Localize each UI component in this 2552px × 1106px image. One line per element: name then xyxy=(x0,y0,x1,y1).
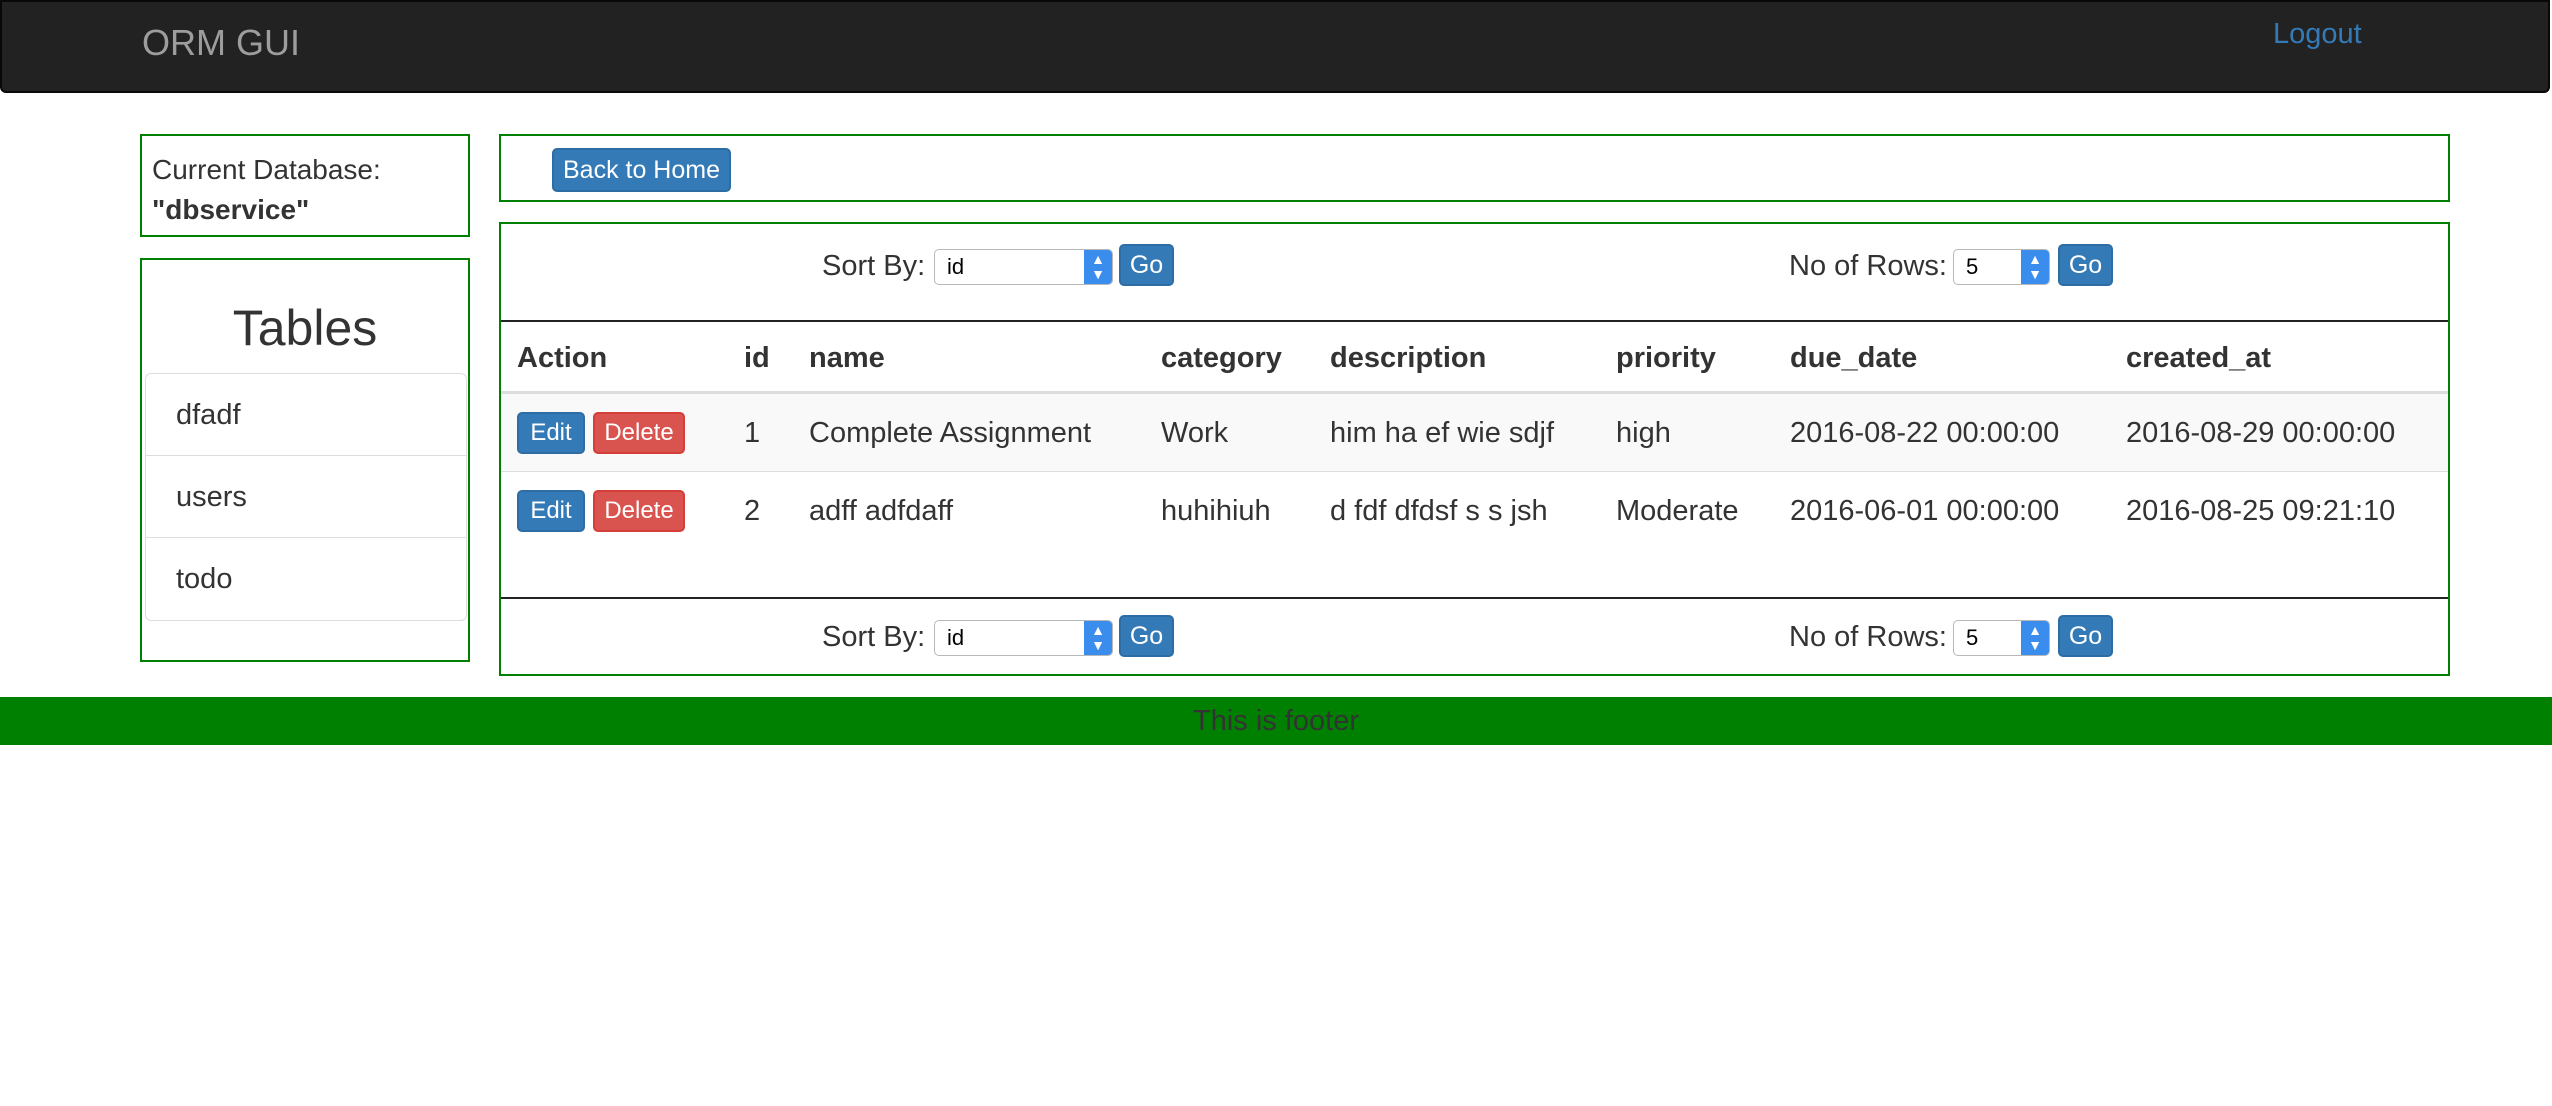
cell-priority: high xyxy=(1616,417,1671,449)
chevron-up-down-icon: ▲ ▼ xyxy=(1084,250,1112,284)
sort-by-value: id xyxy=(947,254,965,279)
cell-priority: Moderate xyxy=(1616,495,1739,527)
sort-by-label: Sort By: xyxy=(822,250,926,282)
rows-select[interactable]: 5 ▲ ▼ xyxy=(1953,249,2050,285)
column-header-description: description xyxy=(1330,342,1487,374)
controls-top: Sort By: id ▲ ▼ Go No of Rows: 5 ▲ ▼ Go xyxy=(501,224,2448,320)
rows-value: 5 xyxy=(1966,254,1979,279)
divider-bottom xyxy=(501,597,2448,599)
tables-title: Tables xyxy=(232,300,378,356)
cell-category: huhihiuh xyxy=(1161,495,1271,527)
column-header-name: name xyxy=(809,342,885,374)
records-panel: Sort By: id ▲ ▼ Go No of Rows: 5 ▲ ▼ Go Ac… xyxy=(499,222,2450,676)
table-item-todo[interactable]: todo xyxy=(146,538,466,620)
cell-description: him ha ef wie sdjf xyxy=(1330,417,1555,449)
edit-button[interactable]: Edit xyxy=(517,490,585,532)
chevron-up-down-icon: ▲ ▼ xyxy=(2021,621,2049,655)
cell-name: adff adfdaff xyxy=(809,495,954,527)
cell-name: Complete Assignment xyxy=(809,417,1092,449)
table-header-row: Action id name category description prio… xyxy=(501,322,2448,394)
current-database-panel: Current Database: "dbservice" xyxy=(140,134,470,237)
rows-go-button[interactable]: Go xyxy=(2058,244,2113,286)
cell-created-at: 2016-08-25 09:21:10 xyxy=(2126,495,2396,527)
column-header-category: category xyxy=(1161,342,1282,374)
toolbar-panel: Back to Home xyxy=(499,134,2450,202)
sort-by-select[interactable]: id ▲ ▼ xyxy=(934,620,1113,656)
column-header-action: Action xyxy=(517,342,608,374)
chevron-up-down-icon: ▲ ▼ xyxy=(1084,621,1112,655)
table-row: Edit Delete 2 adff adfdaff huhihiuh d fd… xyxy=(501,472,2448,550)
cell-description: d fdf dfdsf s s jsh xyxy=(1330,495,1548,527)
cell-id: 1 xyxy=(744,417,761,449)
current-database-name: "dbservice" xyxy=(152,194,310,225)
table-list: dfadf users todo xyxy=(145,373,467,621)
cell-due-date: 2016-08-22 00:00:00 xyxy=(1790,417,2060,449)
records-table: Action id name category description prio… xyxy=(501,322,2448,550)
delete-button[interactable]: Delete xyxy=(593,490,685,532)
rows-go-button[interactable]: Go xyxy=(2058,615,2113,657)
delete-button[interactable]: Delete xyxy=(593,412,685,454)
table-item-users[interactable]: users xyxy=(146,456,466,538)
sort-go-button[interactable]: Go xyxy=(1119,244,1174,286)
column-header-created-at: created_at xyxy=(2126,342,2272,374)
column-header-priority: priority xyxy=(1616,342,1716,374)
column-header-due-date: due_date xyxy=(1790,342,1918,374)
tables-panel: Tables dfadf users todo xyxy=(140,258,470,662)
rows-label: No of Rows: xyxy=(1789,621,1947,653)
footer: This is footer xyxy=(0,697,2552,745)
chevron-up-down-icon: ▲ ▼ xyxy=(2021,250,2049,284)
rows-select[interactable]: 5 ▲ ▼ xyxy=(1953,620,2050,656)
brand-logo[interactable]: ORM GUI xyxy=(142,22,300,64)
navbar: ORM GUI Logout xyxy=(0,0,2550,93)
back-to-home-button[interactable]: Back to Home xyxy=(552,148,731,192)
rows-value: 5 xyxy=(1966,625,1979,650)
cell-category: Work xyxy=(1161,417,1229,449)
cell-due-date: 2016-06-01 00:00:00 xyxy=(1790,495,2060,527)
table-item-dfadf[interactable]: dfadf xyxy=(146,374,466,456)
current-database-label: Current Database: xyxy=(152,154,381,185)
logout-link[interactable]: Logout xyxy=(2273,17,2362,51)
column-header-id: id xyxy=(744,342,770,374)
rows-label: No of Rows: xyxy=(1789,250,1947,282)
cell-id: 2 xyxy=(744,495,761,527)
sort-go-button[interactable]: Go xyxy=(1119,615,1174,657)
sort-by-label: Sort By: xyxy=(822,621,926,653)
sort-by-select[interactable]: id ▲ ▼ xyxy=(934,249,1113,285)
controls-bottom: Sort By: id ▲ ▼ Go No of Rows: 5 ▲ ▼ Go xyxy=(501,600,2448,676)
edit-button[interactable]: Edit xyxy=(517,412,585,454)
sort-by-value: id xyxy=(947,625,965,650)
cell-created-at: 2016-08-29 00:00:00 xyxy=(2126,417,2396,449)
table-row: Edit Delete 1 Complete Assignment Work h… xyxy=(501,394,2448,472)
